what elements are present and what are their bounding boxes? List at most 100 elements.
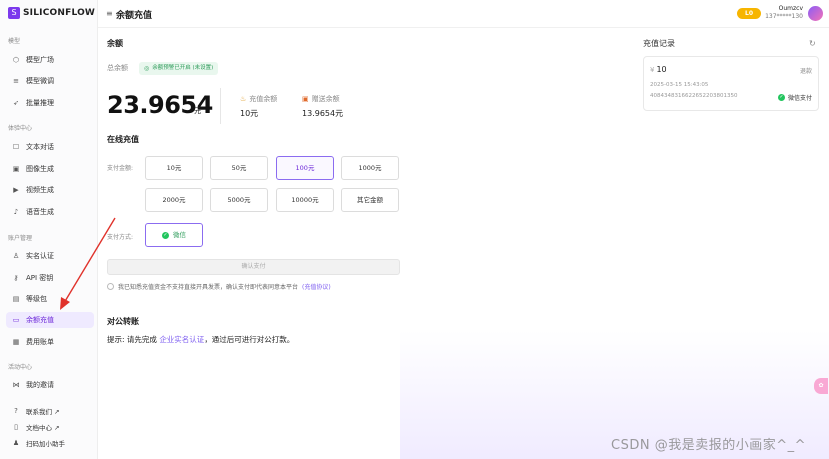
- enterprise-verify-link[interactable]: 企业实名认证: [159, 335, 204, 344]
- watermark: CSDN @我是卖报的小画家^_^: [611, 438, 806, 453]
- sidebar-item-label: 文本对话: [26, 143, 54, 151]
- share-icon: ⋈: [12, 381, 20, 389]
- balance-alert-tip[interactable]: ◎ 余额预警已开启 (未设置): [139, 62, 219, 75]
- sidebar-item-label: 扫码加小助手: [26, 440, 65, 448]
- online-recharge-heading: 在线充值: [107, 135, 139, 144]
- amount-option-selected[interactable]: 100元: [276, 156, 334, 180]
- agreement-link[interactable]: (充值协议): [302, 282, 331, 291]
- user-phone: 137*****130: [765, 13, 803, 20]
- record-order-id: 4084348316622652203801350: [650, 93, 738, 99]
- rocket-icon: ➶: [13, 99, 19, 107]
- records-heading: 充值记录: [643, 39, 675, 48]
- sidebar-item-label: 模型广场: [26, 56, 54, 64]
- record-method-label: 微信支付: [787, 95, 812, 102]
- sidebar-item-verification[interactable]: ♙ 实名认证: [6, 248, 94, 264]
- mic-icon: ♪: [13, 208, 19, 216]
- sidebar-item-model-square[interactable]: ⬡ 模型广场: [6, 52, 94, 68]
- record-card: ¥10 退款 2025-03-15 15:43:05 4084348316622…: [643, 56, 819, 111]
- sidebar-item-label: 我的邀请: [26, 381, 54, 389]
- page-title: 余额充值: [116, 11, 153, 21]
- sidebar-item-label: 视频生成: [26, 186, 54, 194]
- amount-option-custom[interactable]: 其它金额: [341, 188, 399, 212]
- recharge-balance-label-text: 充值余额: [249, 95, 278, 103]
- floating-assistant-button[interactable]: ✿: [814, 378, 828, 394]
- section-activity: 活动中心: [8, 364, 33, 371]
- record-amount: ¥10: [650, 65, 667, 74]
- key-icon: ⚷: [13, 274, 19, 282]
- chat-icon: ☐: [12, 143, 20, 151]
- corporate-transfer-heading: 对公转账: [107, 317, 139, 326]
- sidebar-item-label: 语音生成: [26, 208, 54, 216]
- bill-icon: ▦: [12, 338, 20, 346]
- gift-icon: ▣: [302, 95, 309, 103]
- record-amount-value: 10: [656, 65, 667, 74]
- amount-option[interactable]: 5000元: [210, 188, 268, 212]
- record-method: ✓ 微信支付: [777, 93, 812, 102]
- package-icon: ▤: [12, 295, 20, 303]
- sidebar-item-video-gen[interactable]: ▶ 视频生成: [6, 182, 94, 198]
- amount-option[interactable]: 10元: [145, 156, 203, 180]
- wallet-icon: ▭: [12, 316, 20, 324]
- sidebar-item-image-gen[interactable]: ▣ 图像生成: [6, 161, 94, 177]
- menu-icon[interactable]: ≡: [106, 9, 113, 18]
- sidebar-item-label: 实名认证: [26, 252, 54, 260]
- wechat-icon: ✓: [162, 231, 169, 239]
- agreement-row: 我已知悉充值资金不支持直接开具发票，确认支付即代表同意本平台 (充值协议): [107, 282, 331, 291]
- agreement-text: 我已知悉充值资金不支持直接开具发票，确认支付即代表同意本平台: [118, 284, 299, 291]
- sidebar-item-label: 文档中心 ↗: [26, 424, 60, 432]
- cube-icon: ⬡: [12, 56, 20, 64]
- sidebar-item-fine-tune[interactable]: ≡ 模型微调: [6, 73, 94, 89]
- amount-option[interactable]: 2000元: [145, 188, 203, 212]
- sidebar-item-voice-gen[interactable]: ♪ 语音生成: [6, 204, 94, 220]
- sidebar-item-batch-inference[interactable]: ➶ 批量推理: [6, 95, 94, 111]
- section-account: 账户管理: [8, 235, 33, 242]
- sidebar-item-label: 模型微调: [26, 77, 54, 85]
- image-icon: ▣: [12, 165, 20, 173]
- wechat-icon: ✓: [777, 94, 785, 101]
- sidebar-link-contact[interactable]: ? 联系我们 ↗: [6, 404, 94, 418]
- wechat-pay-option[interactable]: ✓ 微信: [145, 223, 203, 247]
- sidebar-item-billing[interactable]: ▦ 费用账单: [6, 334, 94, 350]
- top-bar: ≡ 余额充值 L0 Oumzcv 137*****130: [98, 0, 829, 28]
- sidebar-item-label: 联系我们 ↗: [26, 408, 60, 416]
- sidebar-item-api-keys[interactable]: ⚷ API 密钥: [6, 270, 94, 286]
- video-icon: ▶: [13, 186, 19, 194]
- gift-balance-value: 13.9654元: [302, 109, 344, 118]
- section-models: 模型: [8, 38, 21, 45]
- brand-logo[interactable]: S SILICONFLOW: [8, 6, 95, 20]
- amount-option[interactable]: 1000元: [341, 156, 399, 180]
- record-time: 2025-03-15 15:43:05: [650, 82, 709, 88]
- sidebar-link-docs[interactable]: ▯ 文档中心 ↗: [6, 420, 94, 434]
- sidebar-item-label: 余额充值: [26, 316, 54, 324]
- amount-option[interactable]: 10000元: [276, 188, 334, 212]
- help-icon: ?: [14, 407, 18, 415]
- sidebar-item-text-chat[interactable]: ☐ 文本对话: [6, 139, 94, 155]
- record-status[interactable]: 退款: [800, 66, 812, 75]
- confirm-pay-button[interactable]: 确认支付: [107, 259, 400, 275]
- level-badge[interactable]: L0: [737, 8, 761, 19]
- sidebar-item-label: 图像生成: [26, 165, 54, 173]
- corporate-tip-suffix: ，通过后可进行对公打款。: [204, 335, 295, 344]
- id-icon: ♙: [12, 252, 20, 260]
- sidebar-link-assistant[interactable]: ♟ 扫码加小助手: [6, 436, 94, 450]
- amount-option[interactable]: 50元: [210, 156, 268, 180]
- currency-symbol: ¥: [650, 66, 655, 74]
- sidebar-item-label: 批量推理: [26, 99, 54, 107]
- agreement-checkbox[interactable]: [107, 283, 114, 290]
- sidebar-item-invitations[interactable]: ⋈ 我的邀请: [6, 377, 94, 393]
- pay-method-label: 支付方式:: [107, 234, 134, 241]
- gift-balance-label-text: 赠送余额: [311, 95, 340, 103]
- check-circle-icon: ◎: [144, 65, 150, 72]
- gift-balance-label: ▣ 赠送余额: [302, 94, 340, 104]
- logo-icon: S: [8, 7, 20, 19]
- corporate-tip: 提示: 请先完成 企业实名认证，通过后可进行对公打款。: [107, 334, 294, 345]
- corporate-tip-prefix: 提示: 请先完成: [107, 335, 157, 344]
- sidebar-item-label: 等级包: [26, 295, 47, 303]
- user-name: Oumzcv: [778, 5, 803, 12]
- avatar[interactable]: [808, 6, 823, 21]
- sidebar-item-label: API 密钥: [26, 274, 54, 282]
- sidebar-item-level-package[interactable]: ▤ 等级包: [6, 291, 94, 307]
- sidebar-item-recharge[interactable]: ▭ 余额充值: [6, 312, 94, 328]
- refresh-icon[interactable]: ↻: [809, 39, 816, 48]
- balance-alert-text: 余额预警已开启 (未设置): [152, 65, 214, 71]
